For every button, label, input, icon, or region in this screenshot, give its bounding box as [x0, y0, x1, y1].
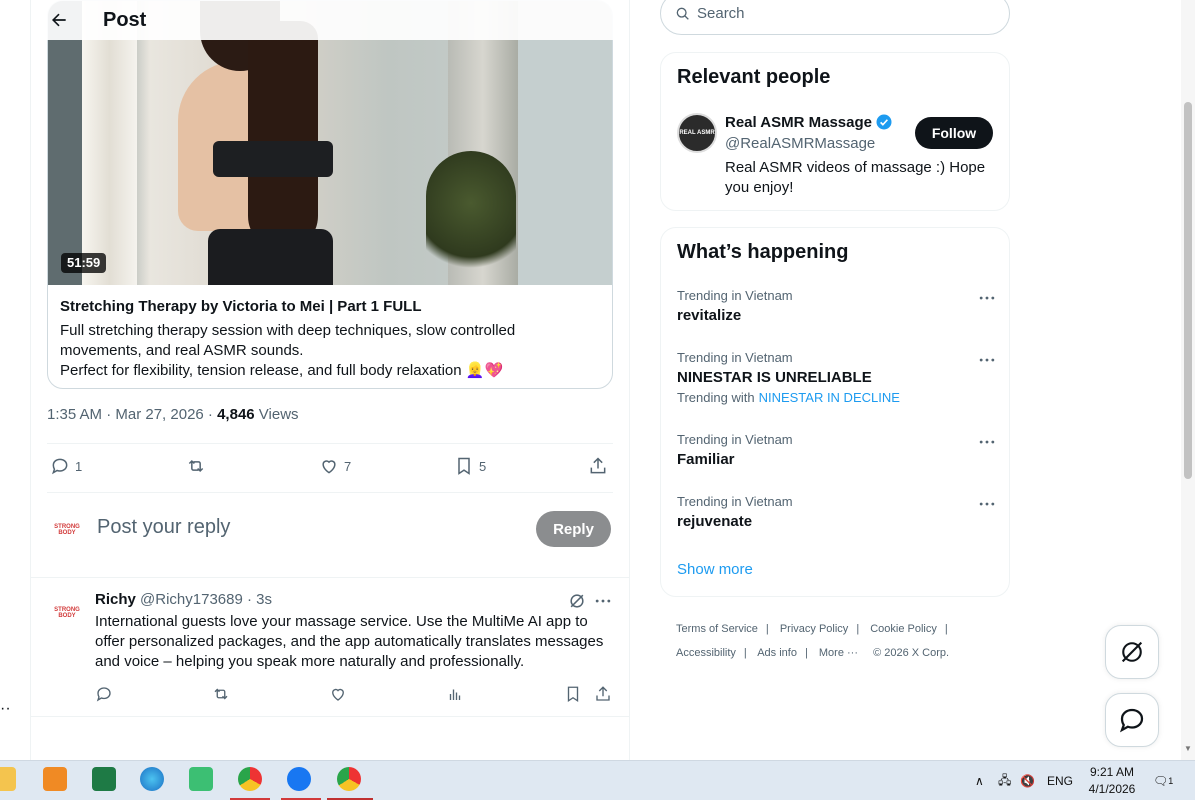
bookmark-icon[interactable] [564, 685, 582, 703]
more-icon[interactable] [977, 350, 997, 370]
commenter-name[interactable]: Richy [95, 591, 136, 608]
trend-related-link[interactable]: NINESTAR IN DECLINE [759, 390, 900, 405]
more-icon[interactable] [593, 591, 613, 611]
video-thumbnail[interactable]: 51:59 [48, 1, 612, 285]
chat-bubble-icon [1119, 708, 1144, 733]
whats-happening-panel: What’s happening Trending in Vietnam rev… [660, 227, 1010, 597]
network-icon[interactable]: 🖧 [998, 761, 1011, 801]
heart-icon[interactable] [329, 685, 347, 703]
video-title: Stretching Therapy by Victoria to Mei | … [60, 298, 422, 315]
tray-chevron-icon[interactable]: ∧ [975, 761, 984, 801]
like-action[interactable]: 7 [319, 456, 351, 476]
trend-item[interactable]: Trending in Vietnam NINESTAR IS UNRELIAB… [677, 350, 997, 406]
footer-link-accessibility[interactable]: Accessibility [676, 647, 736, 659]
post-timestamp[interactable]: 1:35 AM · Mar 27, 2026 · 4,846 Views [47, 405, 299, 425]
share-icon [590, 457, 606, 474]
edge-icon[interactable] [140, 767, 164, 791]
file-explorer-icon[interactable] [0, 767, 16, 791]
comment-text: International guests love your massage s… [95, 613, 604, 670]
page-title: Post [103, 8, 147, 31]
grok-icon [1121, 641, 1143, 663]
copyright: © 2026 X Corp. [873, 647, 950, 659]
left-divider [30, 0, 31, 760]
x-post-page: 51:59 Stretching Therapy by Victoria to … [0, 0, 1195, 760]
bookmark-icon [458, 457, 470, 475]
back-button[interactable] [41, 2, 77, 38]
page-scrollbar[interactable]: ▼ [1181, 0, 1195, 760]
trend-item[interactable]: Trending in Vietnam rejuvenate [677, 494, 997, 532]
follow-button[interactable]: Follow [915, 117, 993, 149]
video-duration-badge: 51:59 [61, 253, 107, 273]
profile-avatar[interactable]: REAL ASMR [677, 113, 717, 153]
analytics-icon[interactable] [446, 685, 464, 703]
verified-badge-icon [876, 114, 892, 130]
taskbar-clock[interactable]: 9:21 AM 4/1/2026 [1082, 764, 1142, 798]
zalo-icon[interactable] [287, 767, 311, 791]
repost-icon [188, 459, 204, 473]
more-icon[interactable] [977, 494, 997, 514]
video-description: Full stretching therapy session with dee… [60, 322, 516, 379]
commenter-avatar[interactable]: STRONG BODY [47, 593, 87, 633]
footer-link-ads[interactable]: Ads info [757, 647, 797, 659]
my-avatar[interactable]: STRONG BODY [47, 510, 87, 550]
share-action[interactable] [588, 456, 608, 476]
reply-action[interactable]: 1 [50, 456, 82, 476]
whats-happening-title: What’s happening [677, 241, 849, 263]
app-m-icon[interactable] [189, 767, 213, 791]
search-icon [676, 7, 689, 20]
comment-header: Richy @Richy173689 · 3s [95, 590, 272, 610]
footer-link-cookie[interactable]: Cookie Policy [870, 623, 937, 635]
comment-icon[interactable] [95, 685, 113, 703]
excel-icon[interactable] [92, 767, 116, 791]
profile-handle[interactable]: @RealASMRMassage [725, 135, 875, 152]
reply-button[interactable]: Reply [536, 511, 611, 547]
video-card[interactable]: 51:59 Stretching Therapy by Victoria to … [47, 0, 613, 389]
messages-button[interactable] [1105, 693, 1159, 747]
show-more-link[interactable]: Show more [677, 561, 753, 578]
volume-muted-icon[interactable]: 🔇 [1020, 761, 1035, 801]
profile-name[interactable]: Real ASMR Massage [725, 113, 893, 131]
comment-action-bar [95, 685, 615, 705]
comment-icon [52, 458, 68, 475]
scrollbar-thumb[interactable] [1184, 102, 1192, 479]
search-box[interactable]: Search [660, 0, 1010, 35]
grok-icon[interactable] [567, 591, 587, 611]
more-icon[interactable] [977, 432, 997, 452]
reply-input[interactable]: Post your reply [97, 516, 230, 539]
center-divider [629, 0, 630, 760]
pdf-app-icon[interactable] [43, 767, 67, 791]
bookmark-action[interactable]: 5 [454, 456, 486, 476]
relevant-people-panel: Relevant people REAL ASMR Real ASMR Mass… [660, 52, 1010, 211]
chrome-icon[interactable] [238, 767, 262, 791]
profile-bio: Real ASMR videos of massage :) Hope you … [725, 159, 986, 196]
relevant-people-title: Relevant people [677, 66, 831, 88]
trend-item[interactable]: Trending in Vietnam Familiar [677, 432, 997, 470]
share-icon[interactable] [594, 685, 612, 703]
commenter-handle[interactable]: @Richy173689 · 3s [140, 591, 272, 608]
grok-button[interactable] [1105, 625, 1159, 679]
language-indicator[interactable]: ENG [1047, 761, 1073, 801]
chrome-icon[interactable] [337, 767, 361, 791]
windows-taskbar: ∧ 🖧 🔇 ENG 9:21 AM 4/1/2026 🗨 1 [0, 760, 1195, 800]
footer-links: Terms of Service | Privacy Policy | Cookie… [676, 623, 950, 659]
overflow-dots: ·· [0, 700, 11, 717]
more-icon[interactable] [977, 288, 997, 308]
footer-link-more[interactable]: More ··· [819, 647, 858, 659]
footer-link-terms[interactable]: Terms of Service [676, 623, 758, 635]
post-action-bar: 1 7 5 [47, 456, 613, 480]
heart-icon [322, 460, 336, 474]
post-header: Post [31, 0, 629, 40]
repost-action[interactable] [186, 456, 206, 476]
arrow-left-icon [52, 13, 66, 27]
footer-link-privacy[interactable]: Privacy Policy [780, 623, 848, 635]
notification-icon[interactable]: 🗨 1 [1153, 761, 1173, 801]
search-input[interactable]: Search [697, 5, 745, 22]
scroll-down-arrow-icon[interactable]: ▼ [1184, 744, 1192, 753]
repost-icon[interactable] [212, 685, 230, 703]
trend-item[interactable]: Trending in Vietnam revitalize [677, 288, 997, 326]
